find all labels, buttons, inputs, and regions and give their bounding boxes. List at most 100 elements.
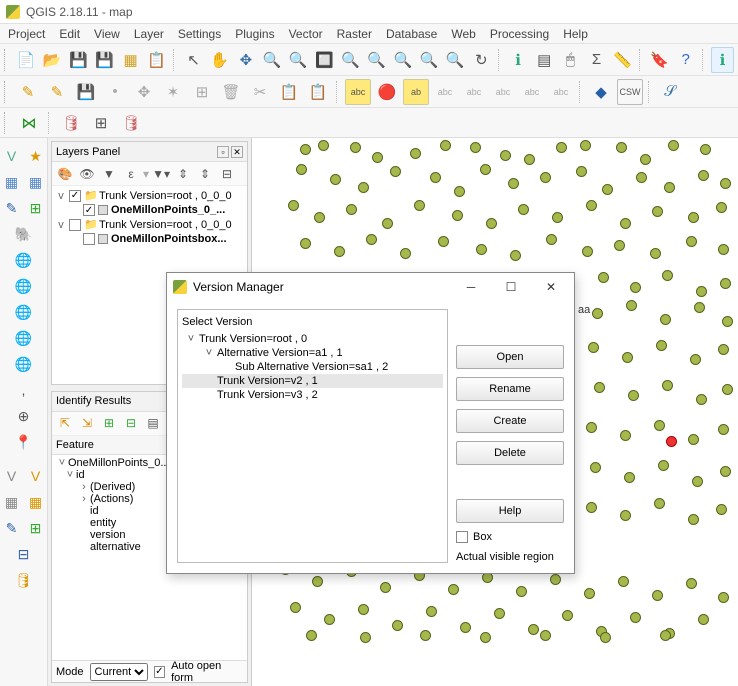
pan-icon[interactable]: ✋ xyxy=(208,47,231,73)
menu-vector[interactable]: Vector xyxy=(289,27,323,41)
bookmark-icon[interactable]: 🔖 xyxy=(648,47,671,73)
zoom-native-icon[interactable]: 🔲 xyxy=(313,47,336,73)
layer-tree-row[interactable]: v📁Trunk Version=root , 0_0_0 xyxy=(54,217,245,232)
zoom-selection-icon[interactable]: 🔍 xyxy=(365,47,388,73)
eye-icon[interactable]: 👁 xyxy=(77,164,97,184)
label-abc5-icon[interactable]: abc xyxy=(490,79,516,105)
close-icon[interactable]: ✕ xyxy=(534,277,568,297)
menu-raster[interactable]: Raster xyxy=(337,27,372,41)
toolbar-grip[interactable] xyxy=(4,112,10,134)
ident-collapse-icon[interactable]: ⊟ xyxy=(121,413,141,433)
add-raster-2-icon[interactable]: ▦ xyxy=(24,170,48,194)
pin-icon[interactable]: 📍 xyxy=(12,430,36,454)
collapse-icon[interactable]: ⇕ xyxy=(195,164,215,184)
ident-expand-icon[interactable]: ⊞ xyxy=(99,413,119,433)
ident-form-icon[interactable]: ▤ xyxy=(143,413,163,433)
add-spatialite-icon[interactable]: 🌐 xyxy=(12,248,36,272)
add-mssql-icon[interactable]: 🌐 xyxy=(12,274,36,298)
add-raster-icon[interactable]: ▦ xyxy=(0,170,24,194)
box-checkbox[interactable] xyxy=(456,531,468,543)
move-feature-icon[interactable]: ✥ xyxy=(131,79,157,105)
zoom-out-icon[interactable]: 🔍 xyxy=(287,47,310,73)
save-as-icon[interactable]: 💾 xyxy=(93,47,116,73)
toolbar-grip[interactable] xyxy=(4,49,9,71)
label-abc4-icon[interactable]: abc xyxy=(461,79,487,105)
add-point-icon[interactable]: • xyxy=(102,79,128,105)
db-icon[interactable]: 🛢 xyxy=(58,110,84,136)
auto-open-checkbox[interactable]: ✓ xyxy=(154,666,166,678)
zoom-layer-icon[interactable]: 🔍 xyxy=(391,47,414,73)
menu-plugins[interactable]: Plugins xyxy=(235,27,274,41)
expander-icon[interactable]: v xyxy=(56,219,66,231)
layer-checkbox[interactable] xyxy=(83,233,95,245)
menu-help[interactable]: Help xyxy=(563,27,588,41)
side-f-icon[interactable]: ⊞ xyxy=(24,516,48,540)
schema-icon[interactable]: ⊞ xyxy=(88,110,114,136)
refresh-icon[interactable]: ↻ xyxy=(470,47,493,73)
export-icon[interactable]: 🛢 xyxy=(118,110,144,136)
expand-icon[interactable]: ⇕ xyxy=(173,164,193,184)
pointer-icon[interactable]: ↖ xyxy=(182,47,205,73)
add-pen-icon[interactable]: ✎ xyxy=(0,196,24,220)
version-tree[interactable]: ˅Trunk Version=root , 0˅Alternative Vers… xyxy=(182,332,443,402)
side-a-icon[interactable]: V xyxy=(0,464,24,488)
filter2-icon[interactable]: ▼▾ xyxy=(151,164,171,184)
expander-icon[interactable]: v xyxy=(56,190,66,202)
zoom-last-icon[interactable]: 🔍 xyxy=(417,47,440,73)
menu-view[interactable]: View xyxy=(94,27,120,41)
table-icon[interactable]: ▤ xyxy=(533,47,556,73)
paste-icon[interactable]: 📋 xyxy=(305,79,331,105)
side-d-icon[interactable]: ▦ xyxy=(24,490,48,514)
menu-settings[interactable]: Settings xyxy=(178,27,221,41)
ident-tree-icon[interactable]: ⇱ xyxy=(55,413,75,433)
expander-icon[interactable]: ˅ xyxy=(64,469,76,481)
style-icon[interactable]: 🎨 xyxy=(55,164,75,184)
label-abc7-icon[interactable]: abc xyxy=(548,79,574,105)
minimize-icon[interactable]: ─ xyxy=(454,277,488,297)
info-highlighted-icon[interactable]: ℹ xyxy=(711,47,734,73)
question-icon[interactable]: ? xyxy=(674,47,697,73)
rename-button[interactable]: Rename xyxy=(456,377,564,401)
new-layer-icon[interactable]: ▦ xyxy=(119,47,142,73)
remove-icon[interactable]: ⊟ xyxy=(217,164,237,184)
cut-icon[interactable]: ✂ xyxy=(247,79,273,105)
panel-undock-icon[interactable]: ▫ xyxy=(217,146,229,158)
delete-icon[interactable]: 🗑 xyxy=(218,79,244,105)
sum-icon[interactable]: Σ xyxy=(585,47,608,73)
csw-icon[interactable]: CSW xyxy=(617,79,643,105)
create-button[interactable]: Create xyxy=(456,409,564,433)
identify-icon[interactable]: ℹ xyxy=(507,47,530,73)
mode-select[interactable]: Current la xyxy=(90,663,148,681)
maximize-icon[interactable]: ☐ xyxy=(494,277,528,297)
version-tree-row[interactable]: Trunk Version=v3 , 2 xyxy=(182,388,443,402)
layer-tree-row[interactable]: ✓OneMillonPoints_0_... xyxy=(54,203,245,217)
version-tree-row[interactable]: ˅Alternative Version=a1 , 1 xyxy=(182,346,443,360)
measure-icon[interactable]: 📏 xyxy=(611,47,634,73)
label-abc2-icon[interactable]: ab xyxy=(403,79,429,105)
edit-pencil-2-icon[interactable]: ✎ xyxy=(44,79,70,105)
dialog-titlebar[interactable]: Version Manager ─ ☐ ✕ xyxy=(167,273,574,301)
crosshair-icon[interactable]: ⊕ xyxy=(12,404,36,428)
mouse-icon[interactable]: 🖱 xyxy=(559,47,582,73)
python-icon[interactable]: 𝒮 xyxy=(657,79,683,105)
expander-icon[interactable]: › xyxy=(78,481,90,493)
version-tree-row[interactable]: Sub Alternative Version=sa1 , 2 xyxy=(182,360,443,374)
expr-icon[interactable]: ε xyxy=(121,164,141,184)
ident-tree2-icon[interactable]: ⇲ xyxy=(77,413,97,433)
expander-icon[interactable]: ˅ xyxy=(186,333,196,345)
help-button[interactable]: Help xyxy=(456,499,564,523)
expander-icon[interactable]: › xyxy=(78,493,90,505)
menu-database[interactable]: Database xyxy=(386,27,437,41)
label-abc3-icon[interactable]: abc xyxy=(432,79,458,105)
node-edit-icon[interactable]: ⊞ xyxy=(189,79,215,105)
node-tool-icon[interactable]: ✶ xyxy=(160,79,186,105)
toolbar-grip[interactable] xyxy=(4,81,10,103)
expander-icon[interactable]: ˅ xyxy=(204,347,214,359)
menu-layer[interactable]: Layer xyxy=(134,27,164,41)
add-csv-icon[interactable]: , xyxy=(12,378,36,402)
edit-pencil-icon[interactable]: ✎ xyxy=(15,79,41,105)
copy-icon[interactable]: 📋 xyxy=(276,79,302,105)
side-b-icon[interactable]: V xyxy=(24,464,48,488)
menu-project[interactable]: Project xyxy=(8,27,45,41)
add-vector-star-icon[interactable]: ★ xyxy=(24,144,48,168)
